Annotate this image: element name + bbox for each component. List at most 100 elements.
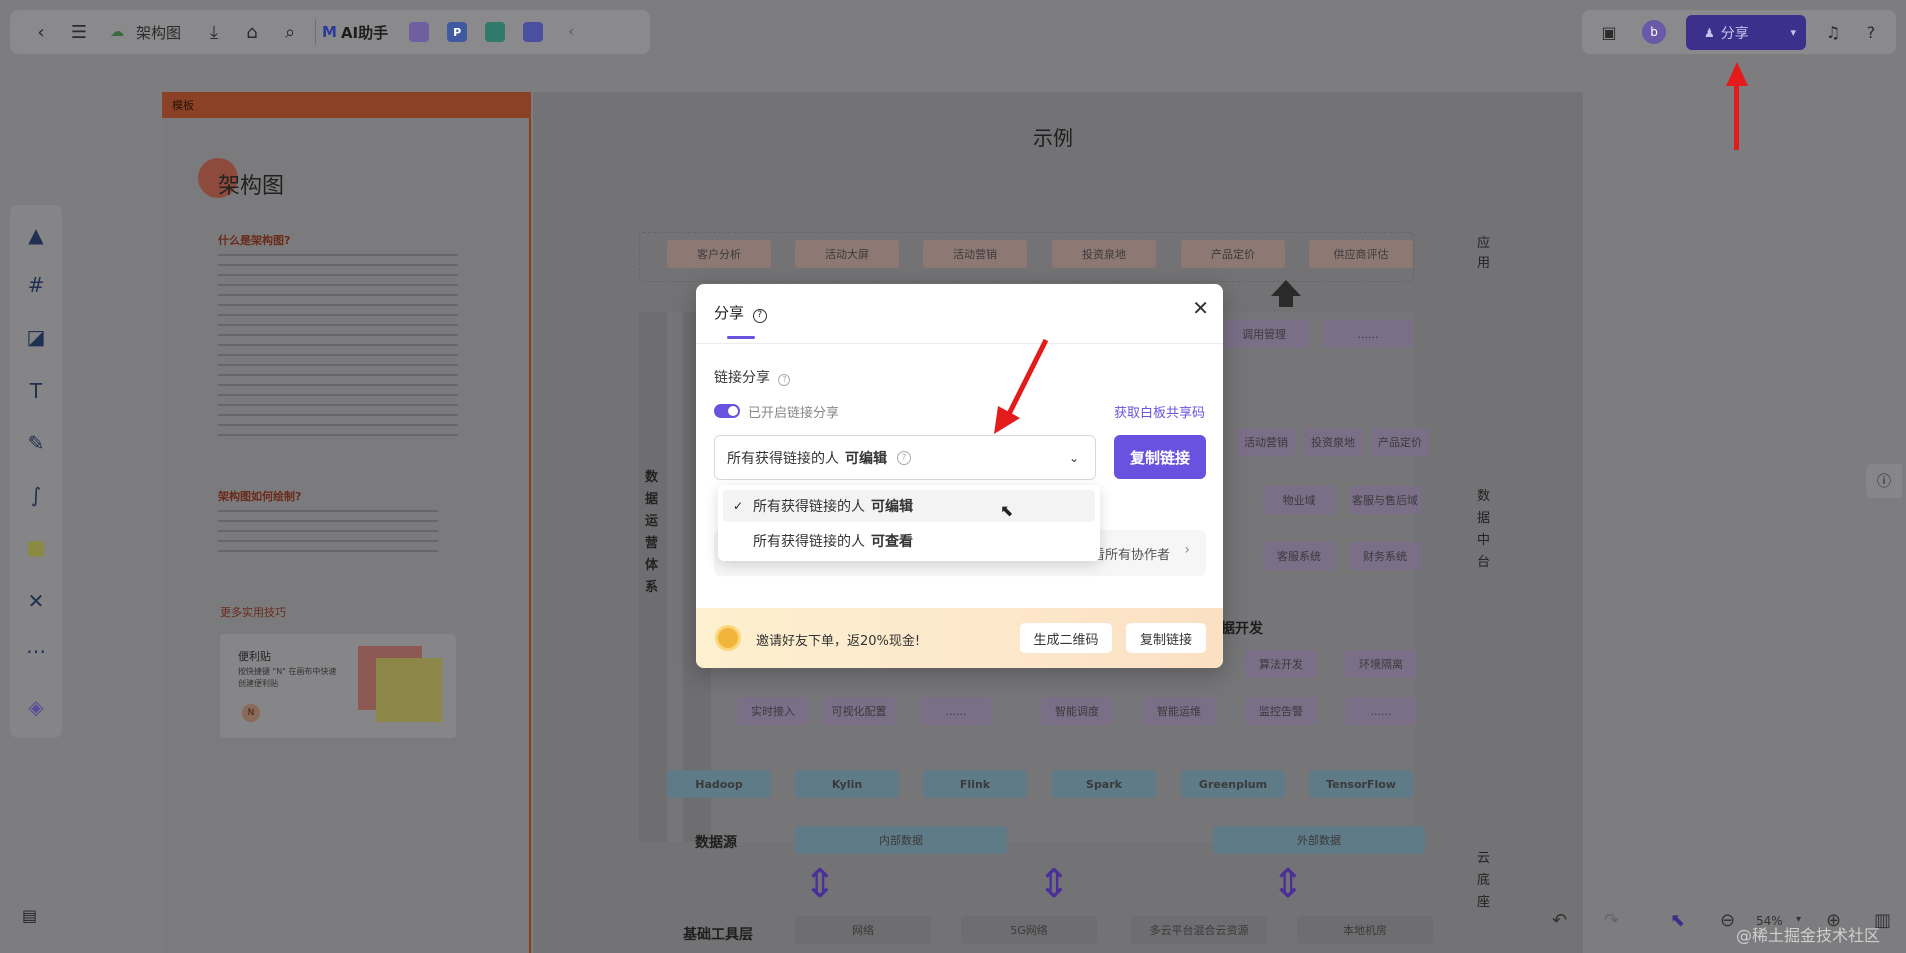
search-icon[interactable]: ⌕ <box>271 15 309 49</box>
tech-item: Flink <box>923 770 1027 798</box>
option-prefix: 所有获得链接的人 <box>753 499 865 515</box>
dev-title: 据开发 <box>1221 621 1263 637</box>
download-icon[interactable]: ⤓ <box>195 15 233 49</box>
mindmap-app-icon[interactable] <box>485 22 506 42</box>
permission-select[interactable]: 所有获得链接的人 可编辑 ? ⌄ <box>714 435 1096 480</box>
map-icon[interactable]: ▤ <box>22 906 48 928</box>
chevron-down-icon[interactable]: ▾ <box>1790 26 1796 39</box>
module-item: 客服与售后域 <box>1349 486 1421 514</box>
base-item: 多云平台混合云资源 <box>1131 916 1267 944</box>
more-icon[interactable]: ⋯ <box>22 637 50 665</box>
dialog-title: 分享 ? <box>714 302 767 323</box>
option-prefix: 所有获得链接的人 <box>753 534 865 550</box>
mouse-cursor-icon: ⬉ <box>1000 501 1014 520</box>
coin-icon <box>715 625 741 651</box>
sticky-note-icon[interactable]: ■ <box>22 533 50 561</box>
module-item: 物业域 <box>1263 486 1335 514</box>
question-what: 什么是架构图? <box>218 234 291 247</box>
connector-icon[interactable]: ∫ <box>22 481 50 509</box>
app-item: 供应商评估 <box>1309 240 1413 268</box>
mindmap-icon[interactable]: ✕ <box>22 587 50 615</box>
apps-icon[interactable]: ◈ <box>22 693 50 721</box>
generate-qr-button[interactable]: 生成二维码 <box>1020 623 1112 653</box>
module-item: 调用管理 <box>1219 320 1309 348</box>
collapse-icon[interactable]: ‹ <box>552 15 590 49</box>
double-arrow-icon: ⇕ <box>803 861 837 907</box>
template-title: 架构图 <box>218 174 285 199</box>
app-item: 投资泉地 <box>1052 240 1156 268</box>
doc-title[interactable]: 架构图 <box>136 22 181 43</box>
template-icon[interactable]: ▲ <box>22 221 50 249</box>
zoom-out-icon[interactable]: ⊖ <box>1720 910 1735 931</box>
tech-item: Hadoop <box>667 770 771 798</box>
chat-app-icon[interactable] <box>523 22 544 42</box>
dialog-title-text: 分享 <box>714 304 745 322</box>
invite-banner: 邀请好友下单，返20%现金! 生成二维码 复制链接 <box>696 608 1223 668</box>
pointer-icon[interactable]: ⬉ <box>1670 910 1685 931</box>
banner-copy-link-button[interactable]: 复制链接 <box>1126 623 1206 653</box>
info-circle-icon[interactable]: ? <box>778 374 791 386</box>
cloud-icon: ☁ <box>110 24 124 40</box>
tag-icon[interactable]: ⌂ <box>233 15 271 49</box>
steps-block <box>218 510 438 556</box>
dev-item: 实时接入 <box>737 697 809 725</box>
side-label-cloud: 云底座 <box>1477 851 1491 910</box>
app-item: 活动大屏 <box>795 240 899 268</box>
share-label: 分享 <box>1720 25 1749 42</box>
info-icon[interactable]: ⓘ <box>1866 464 1902 498</box>
toggle-label: 已开启链接分享 <box>748 406 840 421</box>
canvas-title: 示例 <box>1033 126 1073 150</box>
share-button[interactable]: ♟ 分享 ▾ <box>1686 15 1806 50</box>
base-item: 本地机房 <box>1297 916 1433 944</box>
source-item: 内部数据 <box>795 826 1007 854</box>
app-item: 活动营销 <box>923 240 1027 268</box>
top-toolbar: ‹ ☰ ☁ 架构图 ⤓ ⌂ ⌕ M AI助手 P ‹ <box>10 10 650 54</box>
tab-indicator <box>727 336 755 339</box>
side-label-data: 数据中台 <box>1477 489 1491 570</box>
sticky-title: 便利贴 <box>238 650 271 663</box>
image-app-icon[interactable] <box>409 22 430 42</box>
briefcase-icon[interactable]: ▣ <box>1590 15 1628 49</box>
get-share-code-link[interactable]: 获取白板共享码 <box>1114 402 1205 421</box>
frame-icon[interactable]: # <box>22 271 50 299</box>
dropdown-option-view[interactable]: 所有获得链接的人 可查看 <box>723 525 1095 557</box>
option-perm: 可编辑 <box>871 499 913 515</box>
chevron-right-icon: › <box>1184 542 1190 558</box>
help-circle-icon[interactable]: ? <box>752 309 767 323</box>
sticky-card: 便利贴 按快捷键 "N" 在画布中快速创建便利贴 N <box>220 634 456 738</box>
help-icon[interactable]: ? <box>1852 15 1890 49</box>
pen-icon[interactable]: ✎ <box>22 429 50 457</box>
dev-item: 算法开发 <box>1245 650 1317 678</box>
module-item: 客服系统 <box>1263 542 1335 570</box>
shape-icon[interactable]: ◪ <box>22 323 50 351</box>
tech-item: Greenplum <box>1181 770 1285 798</box>
app-item: 客户分析 <box>667 240 771 268</box>
dev-item: 环境隔离 <box>1345 650 1417 678</box>
divider <box>696 343 1223 344</box>
link-share-toggle[interactable] <box>714 404 740 418</box>
text-icon[interactable]: T <box>22 377 50 405</box>
menu-icon[interactable]: ☰ <box>60 15 98 49</box>
p-app-icon[interactable]: P <box>447 22 468 42</box>
info-circle-icon: ? <box>897 450 911 465</box>
template-tag: 模板 <box>162 92 531 118</box>
close-icon[interactable]: ✕ <box>1192 296 1209 320</box>
select-value: 可编辑 <box>845 450 887 467</box>
link-share-text: 链接分享 <box>714 370 770 386</box>
undo-icon[interactable]: ↶ <box>1552 910 1567 931</box>
dev-item: 智能调度 <box>1041 697 1113 725</box>
double-arrow-icon: ⇕ <box>1271 861 1305 907</box>
dev-item: ...... <box>920 697 992 725</box>
dev-item: 可视化配置 <box>823 697 895 725</box>
copy-link-button[interactable]: 复制链接 <box>1114 435 1206 479</box>
avatar[interactable]: b <box>1642 20 1666 44</box>
bell-icon[interactable]: ♫ <box>1814 15 1852 49</box>
tech-item: TensorFlow <box>1309 770 1413 798</box>
left-vertical-label: 数据运营体系 <box>645 470 659 595</box>
annotation-arrow-diagonal <box>994 338 1049 434</box>
dropdown-option-edit[interactable]: ✓ 所有获得链接的人 可编辑 <box>723 490 1095 522</box>
redo-icon[interactable]: ↷ <box>1604 910 1619 931</box>
ai-logo-icon: M <box>322 23 337 41</box>
back-icon[interactable]: ‹ <box>22 15 60 49</box>
ai-assistant-button[interactable]: M AI助手 <box>322 22 388 43</box>
